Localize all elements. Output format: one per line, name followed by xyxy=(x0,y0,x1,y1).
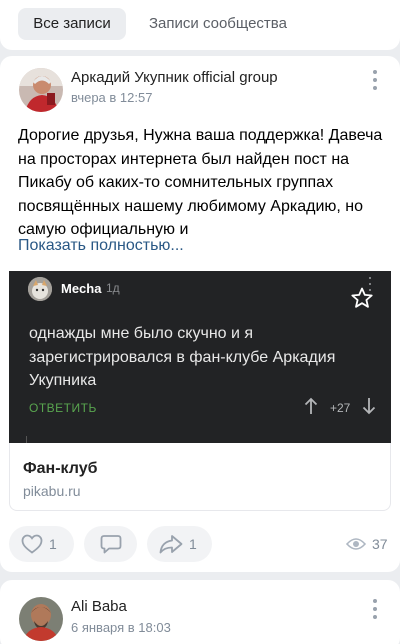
views-count: 37 xyxy=(372,536,388,552)
tab-all-posts[interactable]: Все записи xyxy=(18,8,126,40)
link-title[interactable]: Фан-клуб xyxy=(23,460,97,478)
share-button[interactable]: 1 xyxy=(147,526,212,562)
heart-icon xyxy=(21,534,43,554)
like-button[interactable]: 1 xyxy=(9,526,74,562)
next-post-time[interactable]: 6 января в 18:03 xyxy=(71,620,171,635)
commenter-avatar xyxy=(28,277,52,301)
kebab-menu-icon[interactable] xyxy=(372,599,378,619)
share-count: 1 xyxy=(189,536,197,552)
comment-icon xyxy=(100,535,121,554)
like-count: 1 xyxy=(49,536,57,552)
next-post-author[interactable]: Ali Baba xyxy=(71,598,127,615)
post-time[interactable]: вчера в 12:57 xyxy=(71,90,152,105)
reply-label: ОТВЕТИТЬ xyxy=(29,401,97,415)
next-author-avatar[interactable] xyxy=(19,597,63,641)
eye-icon xyxy=(346,538,366,550)
tab-community-posts[interactable]: Записи сообщества xyxy=(137,8,299,40)
comment-time: 1д xyxy=(106,281,120,295)
comment-text: однажды мне было скучно и я зарегистриро… xyxy=(29,325,336,389)
arrow-up-icon xyxy=(304,397,318,414)
comment-button[interactable] xyxy=(84,526,137,562)
kebab-menu-icon[interactable] xyxy=(372,70,378,90)
comment-author: Mecha xyxy=(61,281,102,296)
share-icon xyxy=(159,535,183,554)
star-icon xyxy=(351,287,373,308)
link-url: pikabu.ru xyxy=(23,483,81,499)
tabs-bar: Все записи Записи сообщества xyxy=(0,0,400,50)
arrow-down-icon xyxy=(362,398,376,415)
comment-score: +27 xyxy=(330,401,351,415)
views-counter: 37 xyxy=(346,536,388,552)
comment-thread-line xyxy=(26,436,27,443)
author-avatar[interactable] xyxy=(19,68,63,112)
post-text: Дорогие друзья, Нужна ваша поддержка! Да… xyxy=(18,127,383,238)
post-author-name[interactable]: Аркадий Укупник official group xyxy=(71,69,278,86)
show-more-link[interactable]: Показать полностью... xyxy=(18,237,184,255)
